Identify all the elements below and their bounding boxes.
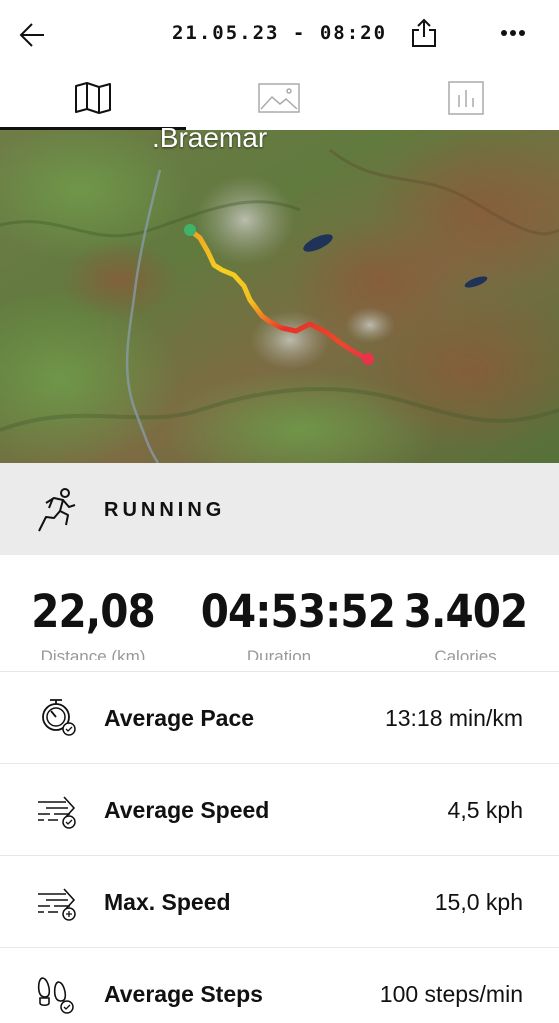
route-end-marker	[362, 353, 374, 365]
map-icon	[75, 82, 111, 114]
map-place-label: .Braemar	[152, 122, 268, 153]
metric-row-max-speed: Max. Speed 15,0 kph	[0, 856, 559, 948]
tab-map[interactable]	[0, 66, 186, 130]
metric-row-average-pace: Average Pace 13:18 min/km	[0, 672, 559, 764]
image-icon	[258, 83, 300, 113]
running-person-icon	[38, 488, 76, 532]
max-speed-icon	[38, 888, 76, 921]
route-map[interactable]	[0, 130, 559, 463]
activity-type-bar	[0, 463, 559, 555]
metric-row-average-speed: Average Speed 4,5 kph	[0, 764, 559, 856]
metric-label: Average Speed	[104, 797, 270, 823]
metric-label: Max. Speed	[104, 889, 231, 915]
metric-value: 4,5 kph	[447, 797, 523, 823]
stopwatch-icon	[42, 699, 76, 736]
satellite-map-image	[0, 130, 559, 463]
share-icon	[412, 18, 436, 47]
metric-row-average-steps: Average Steps 100 steps/min	[0, 948, 559, 1023]
metric-value: 100 steps/min	[379, 981, 523, 1007]
route-start-marker	[184, 224, 196, 236]
calories-label: Calories	[434, 647, 497, 660]
duration-value: 04:53:52	[200, 585, 396, 638]
share-button[interactable]	[405, 14, 443, 52]
metric-label: Average Steps	[104, 981, 263, 1007]
activity-type-label: RUNNING	[104, 499, 226, 521]
tab-photos[interactable]	[186, 66, 372, 130]
distance-label: Distance (km)	[40, 647, 146, 660]
metric-label: Average Pace	[104, 705, 255, 731]
calories-value: 3.402	[403, 585, 529, 638]
footsteps-icon	[37, 977, 74, 1014]
metric-value: 13:18 min/km	[384, 705, 523, 731]
metric-value: 15,0 kph	[434, 889, 523, 915]
speed-arrow-icon	[38, 796, 76, 829]
duration-label: Duration	[246, 647, 312, 660]
more-options-button[interactable]	[494, 18, 532, 48]
header: 21.05.23 - 08:20	[0, 0, 559, 66]
activity-datetime-title: 21.05.23 - 08:20	[171, 22, 388, 44]
tab-stats[interactable]	[372, 66, 559, 130]
more-horizontal-icon	[501, 30, 525, 36]
view-tabs	[0, 66, 559, 130]
distance-value: 22,08	[31, 585, 156, 638]
summary-stats: 22,08 04:53:52 3.402 Distance (km) Durat…	[0, 555, 559, 660]
bar-chart-icon	[447, 81, 484, 115]
